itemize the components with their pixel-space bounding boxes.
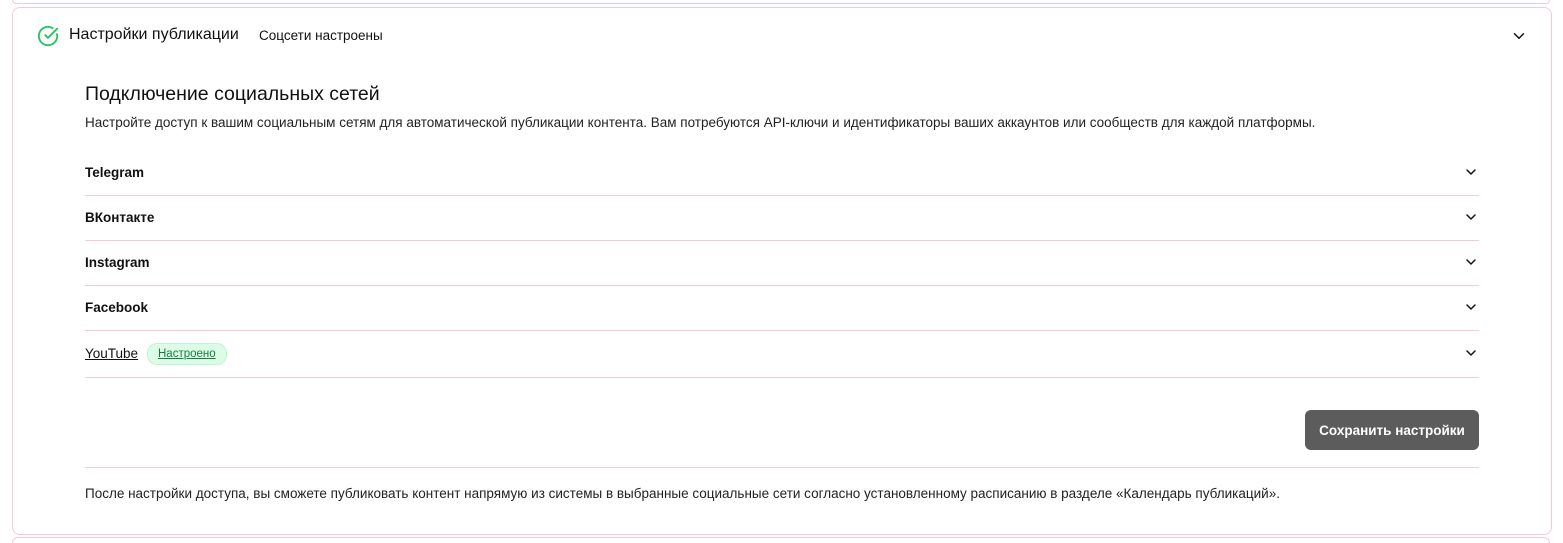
network-item-instagram[interactable]: Instagram <box>85 241 1479 286</box>
chevron-down-icon[interactable] <box>1463 164 1479 180</box>
chevron-down-icon[interactable] <box>1463 299 1479 315</box>
divider <box>85 467 1479 468</box>
network-label: YouTube <box>85 346 139 361</box>
check-circle-icon <box>37 25 59 47</box>
section-description: Настройте доступ к вашим социальным сетя… <box>85 115 1316 130</box>
save-settings-button[interactable]: Сохранить настройки <box>1305 410 1479 450</box>
previous-card-edge <box>12 0 1550 4</box>
chevron-down-icon[interactable] <box>1463 254 1479 270</box>
card-header[interactable]: Настройки публикации Соцсети настроены <box>13 8 1551 64</box>
footer-note: После настройки доступа, вы сможете публ… <box>85 486 1280 501</box>
chevron-down-icon[interactable] <box>1463 345 1479 361</box>
network-label: Telegram <box>85 165 145 180</box>
network-label: ВКонтакте <box>85 210 155 225</box>
card-title: Настройки публикации <box>69 26 239 43</box>
social-networks-list: Telegram ВКонтакте Instagram Facebook Yo… <box>85 151 1479 378</box>
next-card-edge <box>12 537 1550 543</box>
chevron-down-icon[interactable] <box>1463 209 1479 225</box>
publication-settings-card: Настройки публикации Соцсети настроены П… <box>12 7 1552 535</box>
chevron-down-icon[interactable] <box>1510 27 1528 45</box>
network-item-vkontakte[interactable]: ВКонтакте <box>85 196 1479 241</box>
network-item-facebook[interactable]: Facebook <box>85 286 1479 331</box>
network-item-telegram[interactable]: Telegram <box>85 151 1479 196</box>
section-title: Подключение социальных сетей <box>85 83 380 105</box>
network-label: Facebook <box>85 300 149 315</box>
network-label: Instagram <box>85 255 150 270</box>
network-item-youtube[interactable]: YouTube Настроено <box>85 331 1479 378</box>
card-status-text: Соцсети настроены <box>259 28 383 43</box>
configured-badge: Настроено <box>147 343 227 365</box>
